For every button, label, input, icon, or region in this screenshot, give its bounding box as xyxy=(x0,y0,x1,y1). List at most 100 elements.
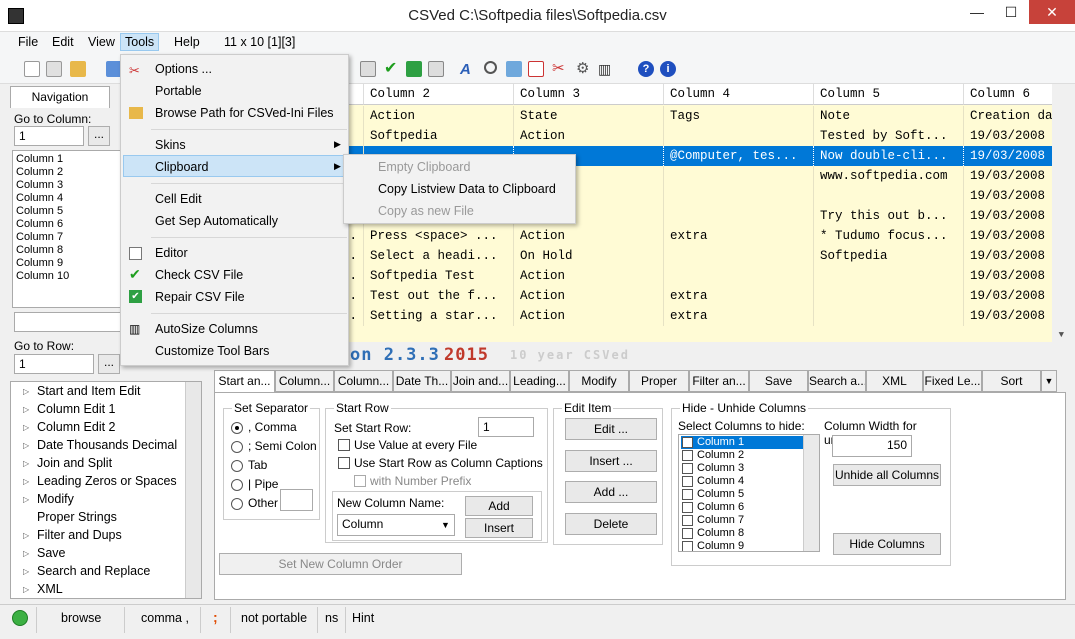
list-item[interactable]: Column 5 xyxy=(681,488,803,501)
tab-scroll-icon[interactable]: ▼ xyxy=(1041,370,1057,392)
table-cell[interactable]: Now double-cli... xyxy=(814,146,964,166)
list-item[interactable]: Column 6 xyxy=(681,501,803,514)
tab-column-edit-2[interactable]: Column... xyxy=(334,370,393,392)
menu-file[interactable]: File xyxy=(18,35,38,49)
hide-checkbox[interactable] xyxy=(682,528,693,539)
use-caption-checkbox[interactable] xyxy=(338,457,350,469)
function-tree[interactable]: ▷ Start and Item Edit ▷ Column Edit 1 ▷ Col… xyxy=(10,381,202,599)
list-item[interactable]: Column 7 xyxy=(681,514,803,527)
list-item[interactable]: Column 9 xyxy=(681,540,803,551)
menu-tools[interactable]: Tools xyxy=(120,33,160,51)
list-item[interactable]: Column 4 xyxy=(681,475,803,488)
table-cell[interactable]: @Computer, tes... xyxy=(664,146,814,166)
menu-item-customize-toolbars[interactable]: Customize Tool Bars xyxy=(155,344,269,358)
tab-fixed[interactable]: Fixed Le... xyxy=(923,370,982,392)
table-cell[interactable]: 19/03/2008 9 xyxy=(964,146,1066,166)
table-cell[interactable]: 19/03/2008 9 xyxy=(964,266,1066,286)
insert-item-button[interactable]: Insert ... xyxy=(565,450,657,472)
expand-icon[interactable]: ▷ xyxy=(23,549,29,558)
menu-item-get-sep[interactable]: Get Sep Automatically xyxy=(155,214,278,228)
help-icon[interactable]: ? xyxy=(638,61,654,77)
table-cell[interactable]: 19/03/2008 9 xyxy=(964,286,1066,306)
use-every-checkbox[interactable] xyxy=(338,439,350,451)
hide-list-scrollbar[interactable] xyxy=(803,435,819,551)
menu-view[interactable]: View xyxy=(88,35,115,49)
menu-item-autosize[interactable]: AutoSize Columns xyxy=(155,322,258,336)
table-cell[interactable]: 19/03/2008 9 xyxy=(964,186,1066,206)
autosize-icon[interactable]: ▥ xyxy=(598,61,614,77)
table-cell[interactable]: extra xyxy=(664,286,814,306)
expand-icon[interactable]: ▷ xyxy=(23,495,29,504)
table-cell[interactable]: State xyxy=(514,106,664,126)
go-to-column-input[interactable]: 1 xyxy=(14,126,84,146)
table-cell[interactable]: www.softpedia.com xyxy=(814,166,964,186)
table-cell[interactable]: extra xyxy=(664,226,814,246)
table-cell[interactable] xyxy=(664,126,814,146)
hide-checkbox[interactable] xyxy=(682,437,693,448)
hide-column-list[interactable]: Column 1 Column 2 Column 3 Column 4 Column 5… xyxy=(678,434,820,552)
tab-sort[interactable]: Sort xyxy=(982,370,1041,392)
expand-icon[interactable]: ▷ xyxy=(23,477,29,486)
list-item[interactable]: Column 2 xyxy=(681,449,803,462)
page-icon[interactable] xyxy=(528,61,544,77)
tab-navigation[interactable]: Navigation xyxy=(10,86,110,108)
table-cell[interactable]: Action xyxy=(514,286,664,306)
semicolon-radio[interactable] xyxy=(231,441,243,453)
table-cell[interactable] xyxy=(814,266,964,286)
tree-scrollbar[interactable] xyxy=(185,382,201,598)
tab-filter[interactable]: Filter an... xyxy=(689,370,749,392)
expand-icon[interactable]: ▷ xyxy=(23,441,29,450)
tab-save[interactable]: Save xyxy=(749,370,808,392)
table-cell[interactable]: 19/03/2008 9 xyxy=(964,126,1066,146)
expand-icon[interactable]: ▷ xyxy=(23,585,29,594)
hide-checkbox[interactable] xyxy=(682,450,693,461)
table-cell[interactable]: Softpedia Test xyxy=(364,266,514,286)
tree-item[interactable]: Date Thousands Decimal xyxy=(37,438,177,452)
go-to-row-input[interactable]: 1 xyxy=(14,354,94,374)
edit-item-button[interactable]: Edit ... xyxy=(565,418,657,440)
new-file-icon[interactable] xyxy=(24,61,40,77)
table-cell[interactable] xyxy=(664,166,814,186)
expand-icon[interactable]: ▷ xyxy=(23,531,29,540)
tree-item[interactable]: Search and Replace xyxy=(37,564,150,578)
column-header[interactable]: Column 2 xyxy=(364,84,514,105)
tab-join[interactable]: Join and... xyxy=(451,370,510,392)
table-cell[interactable]: Action xyxy=(514,226,664,246)
tree-item[interactable]: Start and Item Edit xyxy=(37,384,141,398)
hide-checkbox[interactable] xyxy=(682,541,693,551)
tools-icon[interactable]: ✂ xyxy=(552,61,568,77)
expand-icon[interactable]: ▷ xyxy=(23,423,29,432)
ab-icon[interactable] xyxy=(360,61,376,77)
minimize-button[interactable]: — xyxy=(960,0,994,24)
expand-icon[interactable]: ▷ xyxy=(23,567,29,576)
menu-item-check-csv[interactable]: Check CSV File xyxy=(155,268,243,282)
table-cell[interactable]: 19/03/2008 9 xyxy=(964,226,1066,246)
menu-item-empty-clipboard[interactable]: Empty Clipboard xyxy=(378,160,470,174)
check-icon[interactable]: ✔ xyxy=(384,61,400,77)
table-cell[interactable]: 19/03/2008 9 xyxy=(964,306,1066,326)
table-cell[interactable] xyxy=(814,186,964,206)
table-cell[interactable] xyxy=(664,266,814,286)
hide-checkbox[interactable] xyxy=(682,489,693,500)
expand-icon[interactable]: ▷ xyxy=(23,387,29,396)
tab-search[interactable]: Search a... xyxy=(808,370,866,392)
search-icon[interactable] xyxy=(484,61,497,74)
table-cell[interactable]: extra xyxy=(664,306,814,326)
table-cell[interactable]: 19/03/2008 9 xyxy=(964,206,1066,226)
table-cell[interactable]: Softpedia xyxy=(364,126,514,146)
hide-checkbox[interactable] xyxy=(682,502,693,513)
columns-icon[interactable] xyxy=(506,61,522,77)
prefix-checkbox[interactable] xyxy=(354,475,366,487)
table-cell[interactable]: Action xyxy=(364,106,514,126)
table-cell[interactable]: Action xyxy=(514,306,664,326)
table-cell[interactable]: Action xyxy=(514,126,664,146)
add-column-button[interactable]: Add xyxy=(465,496,533,516)
tree-item[interactable]: Column Edit 1 xyxy=(37,402,116,416)
table-cell[interactable]: Action xyxy=(514,266,664,286)
table-cell[interactable] xyxy=(814,306,964,326)
tree-item[interactable]: Save xyxy=(37,546,66,560)
tab-modify[interactable]: Modify xyxy=(569,370,629,392)
tab-date[interactable]: Date Th... xyxy=(393,370,451,392)
column-header[interactable]: Column 3 xyxy=(514,84,664,105)
table-cell[interactable] xyxy=(664,186,814,206)
